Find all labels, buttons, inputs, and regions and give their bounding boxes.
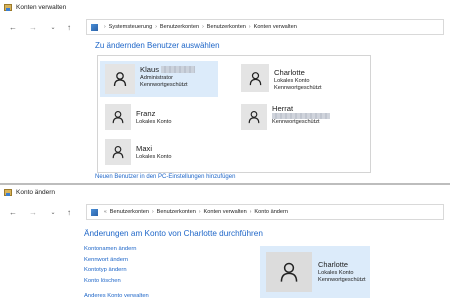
user-name: Charlotte xyxy=(318,260,348,269)
user-tile-franz[interactable]: Franz Lokales Konto xyxy=(105,104,215,132)
user-password-status: Kennwortgeschützt xyxy=(274,85,322,91)
breadcrumb-item[interactable]: Konten verwalten xyxy=(204,209,247,215)
manage-accounts-window: Konten verwalten ← → ⌄ ↑ › Systemsteueru… xyxy=(0,0,450,183)
account-profile-card: Charlotte Lokales Konto Kennwortgeschütz… xyxy=(260,246,370,298)
change-password-link[interactable]: Kennwort ändern xyxy=(84,255,149,266)
page-title: Zu ändernden Benutzer auswählen xyxy=(95,41,220,50)
user-type: Lokales Konto xyxy=(318,270,354,276)
page-title: Änderungen am Konto von Charlotte durchf… xyxy=(84,229,263,238)
breadcrumb-item[interactable]: Konten verwalten xyxy=(254,24,297,30)
navigation-bar: ← → ⌄ ↑ › Systemsteuerung › Benutzerkont… xyxy=(0,18,450,36)
user-tile-maxi[interactable]: Maxi Lokales Konto xyxy=(105,139,215,167)
task-list: Kontonamen ändern Kennwort ändern Kontot… xyxy=(84,244,149,300)
user-password-status: Kennwortgeschützt xyxy=(272,119,320,125)
user-tile-charlotte[interactable]: Charlotte Lokales Konto Kennwortgeschütz… xyxy=(241,64,359,96)
control-panel-icon xyxy=(91,208,98,216)
user-type: Lokales Konto xyxy=(274,78,310,84)
manage-another-account-link[interactable]: Anderes Konto verwalten xyxy=(84,291,149,300)
back-button[interactable]: ← xyxy=(6,20,20,34)
up-button[interactable]: ↑ xyxy=(62,205,76,219)
up-button[interactable]: ↑ xyxy=(62,20,76,34)
redacted-account-type xyxy=(272,113,330,119)
change-account-name-link[interactable]: Kontonamen ändern xyxy=(84,244,149,255)
user-icon xyxy=(241,104,267,130)
user-type: Lokales Konto xyxy=(136,119,172,125)
user-type: Lokales Konto xyxy=(136,154,172,160)
back-button[interactable]: ← xyxy=(6,205,20,219)
user-icon xyxy=(241,64,269,92)
title-bar: Konten verwalten xyxy=(0,0,450,14)
address-bar[interactable]: › Systemsteuerung › Benutzerkonten › Ben… xyxy=(86,19,444,35)
breadcrumb-item[interactable]: Systemsteuerung xyxy=(109,24,153,30)
forward-button[interactable]: → xyxy=(26,205,40,219)
user-icon xyxy=(266,252,312,292)
recent-locations-button[interactable]: ⌄ xyxy=(46,205,60,219)
recent-locations-button[interactable]: ⌄ xyxy=(46,20,60,34)
delete-account-link[interactable]: Konto löschen xyxy=(84,276,149,287)
change-account-window: Konto ändern ← → ⌄ ↑ « Benutzerkonten › … xyxy=(0,185,450,300)
address-bar[interactable]: « Benutzerkonten › Benutzerkonten › Kont… xyxy=(86,204,444,220)
user-name: Franz xyxy=(136,109,156,118)
control-panel-icon xyxy=(4,188,12,196)
navigation-bar: ← → ⌄ ↑ « Benutzerkonten › Benutzerkonte… xyxy=(0,203,450,221)
user-name: Herrat xyxy=(272,104,294,113)
user-icon xyxy=(105,139,131,165)
user-icon xyxy=(105,104,131,130)
user-name: Charlotte xyxy=(274,68,305,77)
user-password-status: Kennwortgeschützt xyxy=(140,82,188,88)
add-user-link[interactable]: Neuen Benutzer in den PC-Einstellungen h… xyxy=(95,174,235,180)
breadcrumb-item[interactable]: Konto ändern xyxy=(254,209,288,215)
user-name: Klaus xyxy=(140,65,159,74)
window-title: Konten verwalten xyxy=(16,3,67,11)
user-tile-herrat[interactable]: Herrat Kennwortgeschützt xyxy=(241,102,367,132)
change-account-type-link[interactable]: Kontotyp ändern xyxy=(84,265,149,276)
control-panel-icon xyxy=(91,23,98,31)
user-tile-klaus[interactable]: Klaus Administrator Kennwortgeschützt xyxy=(100,61,218,97)
user-type: Administrator xyxy=(140,75,173,81)
user-password-status: Kennwortgeschützt xyxy=(318,277,366,283)
window-title: Konto ändern xyxy=(16,188,56,196)
breadcrumb-item[interactable]: Benutzerkonten xyxy=(207,24,246,30)
breadcrumb-item[interactable]: Benutzerkonten xyxy=(157,209,196,215)
user-name: Maxi xyxy=(136,144,153,153)
user-list: Klaus Administrator Kennwortgeschützt Ch… xyxy=(97,55,371,173)
breadcrumb-item[interactable]: Benutzerkonten xyxy=(160,24,199,30)
redacted-name xyxy=(161,66,195,73)
control-panel-icon xyxy=(4,3,12,11)
breadcrumb-item[interactable]: Benutzerkonten xyxy=(110,209,149,215)
forward-button[interactable]: → xyxy=(26,20,40,34)
title-bar: Konto ändern xyxy=(0,185,450,199)
user-icon xyxy=(105,64,135,94)
